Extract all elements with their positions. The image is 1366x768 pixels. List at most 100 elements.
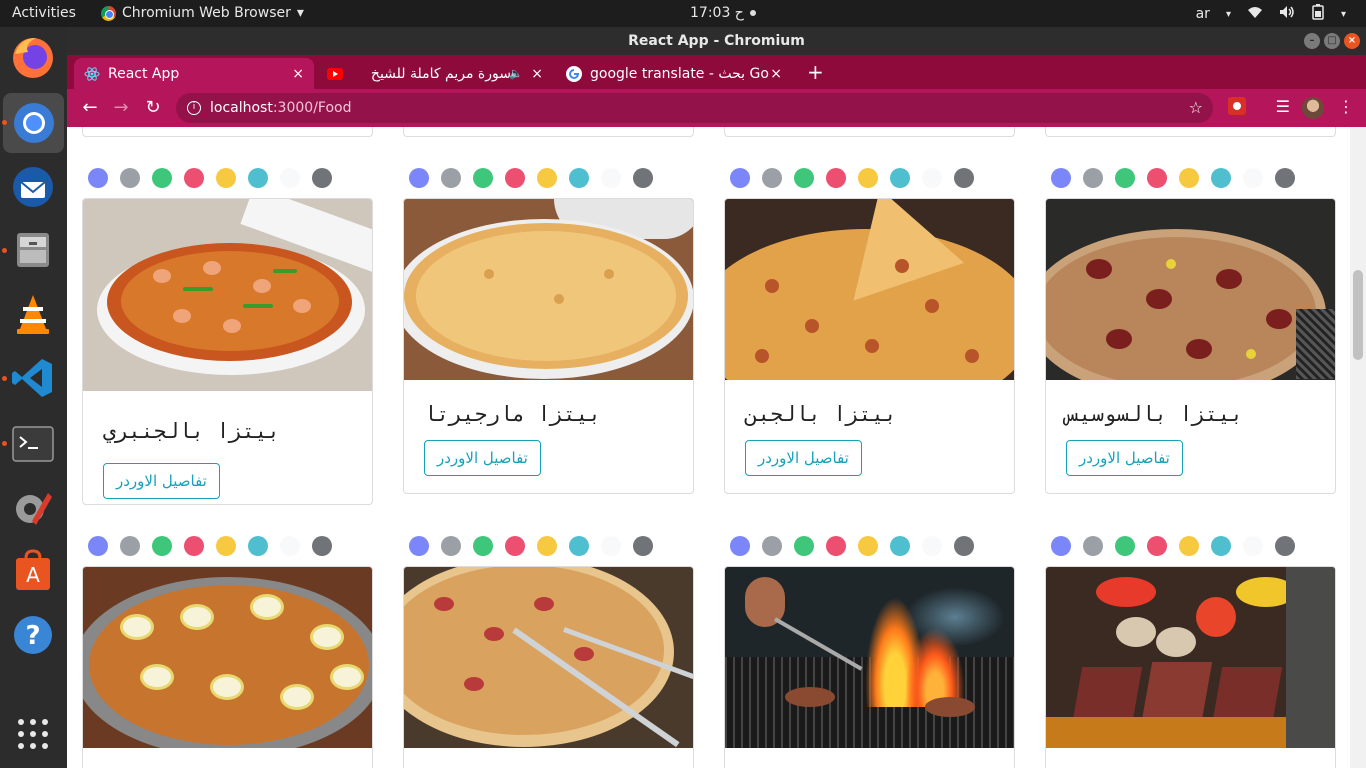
- color-swatch-dot[interactable]: [409, 536, 429, 556]
- minimize-icon[interactable]: –: [1304, 33, 1320, 49]
- back-button[interactable]: ←: [79, 97, 101, 119]
- color-swatch-dot[interactable]: [794, 536, 814, 556]
- color-swatch-dot[interactable]: [569, 168, 589, 188]
- bookmark-star-icon[interactable]: ☆: [1189, 93, 1203, 123]
- color-swatch-dot[interactable]: [1243, 536, 1263, 556]
- color-swatch-dot[interactable]: [1243, 168, 1263, 188]
- color-swatch-dot[interactable]: [633, 168, 653, 188]
- color-swatch-dot[interactable]: [280, 168, 300, 188]
- color-swatch-dot[interactable]: [1211, 168, 1231, 188]
- color-swatch-dot[interactable]: [954, 168, 974, 188]
- color-swatch-dot[interactable]: [537, 168, 557, 188]
- color-swatch-dot[interactable]: [441, 168, 461, 188]
- color-swatch-dot[interactable]: [601, 536, 621, 556]
- maximize-icon[interactable]: □: [1324, 33, 1340, 49]
- color-swatch-dot[interactable]: [1275, 168, 1295, 188]
- menu-kebab-icon[interactable]: ⋮: [1338, 97, 1354, 116]
- show-applications-icon[interactable]: [10, 711, 56, 757]
- color-swatch-dot[interactable]: [88, 536, 108, 556]
- color-swatch-dot[interactable]: [248, 536, 268, 556]
- color-swatch-dot[interactable]: [922, 168, 942, 188]
- color-swatch-dot[interactable]: [473, 168, 493, 188]
- color-swatch-dot[interactable]: [248, 168, 268, 188]
- color-swatch-dot[interactable]: [505, 168, 525, 188]
- color-swatch-dot[interactable]: [1147, 168, 1167, 188]
- color-swatch-dot[interactable]: [730, 168, 750, 188]
- color-swatch-dot[interactable]: [601, 168, 621, 188]
- color-swatch-dot[interactable]: [1275, 536, 1295, 556]
- address-bar[interactable]: i localhost:3000/Food ☆: [176, 93, 1213, 123]
- color-swatch-dot[interactable]: [441, 536, 461, 556]
- color-swatch-dot[interactable]: [184, 536, 204, 556]
- color-swatch-dot[interactable]: [794, 168, 814, 188]
- color-swatch-dot[interactable]: [88, 168, 108, 188]
- color-swatch-dot[interactable]: [730, 536, 750, 556]
- color-swatch-dot[interactable]: [152, 536, 172, 556]
- close-tab-icon[interactable]: ×: [770, 66, 782, 82]
- order-details-button[interactable]: تفاصيل الاوردر: [745, 440, 862, 476]
- color-swatch-dot[interactable]: [216, 168, 236, 188]
- order-details-button[interactable]: تفاصيل الاوردر: [1066, 440, 1183, 476]
- reload-button[interactable]: ↻: [142, 97, 164, 119]
- new-tab-button[interactable]: +: [807, 60, 824, 84]
- color-swatch-dot[interactable]: [473, 536, 493, 556]
- color-swatch-dot[interactable]: [120, 168, 140, 188]
- help-icon[interactable]: ?: [10, 612, 56, 658]
- color-swatch-dot[interactable]: [954, 536, 974, 556]
- color-swatch-dot[interactable]: [1179, 536, 1199, 556]
- settings-tools-icon[interactable]: [10, 485, 56, 531]
- color-swatch-dot[interactable]: [890, 536, 910, 556]
- files-icon[interactable]: [10, 227, 56, 273]
- profile-avatar[interactable]: [1302, 97, 1324, 119]
- color-swatch-dot[interactable]: [1051, 168, 1071, 188]
- color-swatch-dot[interactable]: [152, 168, 172, 188]
- color-swatch-dot[interactable]: [120, 536, 140, 556]
- vlc-icon[interactable]: [10, 291, 56, 337]
- color-swatch-dot[interactable]: [505, 536, 525, 556]
- color-swatch-dot[interactable]: [1179, 168, 1199, 188]
- tab-google-translate[interactable]: google translate - بحث Go ×: [556, 58, 792, 89]
- close-window-icon[interactable]: ×: [1344, 33, 1360, 49]
- tab-react-app[interactable]: React App ×: [74, 58, 314, 89]
- color-swatch-dot[interactable]: [826, 168, 846, 188]
- scrollbar-thumb[interactable]: [1353, 270, 1363, 360]
- color-swatch-dot[interactable]: [826, 536, 846, 556]
- color-swatch-dot[interactable]: [858, 168, 878, 188]
- software-store-icon[interactable]: A: [10, 548, 56, 594]
- close-tab-icon[interactable]: ×: [292, 66, 304, 82]
- order-details-button[interactable]: تفاصيل الاوردر: [103, 463, 220, 499]
- color-swatch-dot[interactable]: [762, 168, 782, 188]
- color-swatch-dot[interactable]: [1211, 536, 1231, 556]
- color-swatch-dot[interactable]: [409, 168, 429, 188]
- window-titlebar[interactable]: React App - Chromium – □ ×: [67, 27, 1366, 55]
- color-swatch-dot[interactable]: [890, 168, 910, 188]
- color-swatch-dot[interactable]: [569, 536, 589, 556]
- color-swatch-dot[interactable]: [312, 536, 332, 556]
- color-swatch-dot[interactable]: [1051, 536, 1071, 556]
- app-menu[interactable]: Chromium Web Browser ▾: [101, 5, 304, 21]
- forward-button[interactable]: →: [110, 97, 132, 119]
- color-swatch-dot[interactable]: [216, 536, 236, 556]
- color-swatch-dot[interactable]: [1083, 536, 1103, 556]
- page-scrollbar[interactable]: [1350, 127, 1366, 768]
- color-swatch-dot[interactable]: [280, 536, 300, 556]
- chromium-dock-icon[interactable]: [3, 93, 64, 153]
- color-swatch-dot[interactable]: [537, 536, 557, 556]
- extension-icon[interactable]: [1228, 97, 1246, 119]
- color-swatch-dot[interactable]: [1147, 536, 1167, 556]
- media-controls-icon[interactable]: ☰: [1276, 97, 1290, 116]
- thunderbird-icon[interactable]: [10, 164, 56, 210]
- order-details-button[interactable]: تفاصيل الاوردر: [424, 440, 541, 476]
- close-tab-icon[interactable]: ×: [531, 66, 543, 82]
- keyboard-layout-indicator[interactable]: ar: [1196, 6, 1210, 22]
- color-swatch-dot[interactable]: [1115, 168, 1135, 188]
- vscode-icon[interactable]: [10, 355, 56, 401]
- color-swatch-dot[interactable]: [1115, 536, 1135, 556]
- terminal-icon[interactable]: [10, 421, 56, 467]
- tab-youtube[interactable]: سورة مريم كاملة للشيخ 🔈 ×: [317, 58, 553, 89]
- color-swatch-dot[interactable]: [858, 536, 878, 556]
- clock[interactable]: 17:03 ح: [690, 5, 756, 21]
- firefox-icon[interactable]: [10, 34, 56, 80]
- color-swatch-dot[interactable]: [762, 536, 782, 556]
- info-icon[interactable]: i: [187, 101, 201, 115]
